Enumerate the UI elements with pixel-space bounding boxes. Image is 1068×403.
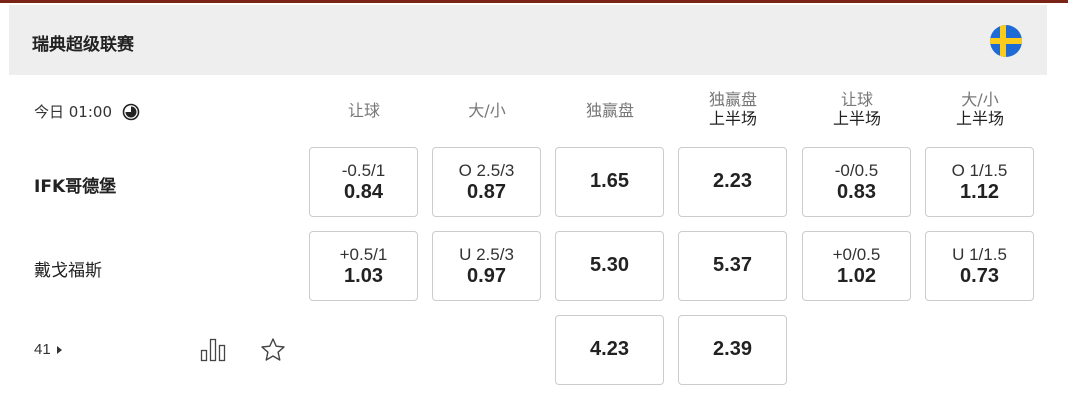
col-header-label: 独赢盘 (585, 101, 634, 120)
col-header-handicap-1h: 让球 上半场 (802, 90, 912, 128)
odds-line: U 1/1.5 (952, 245, 1007, 264)
col-header-sub: 上半场 (955, 109, 1004, 128)
sweden-flag-icon (989, 24, 1023, 63)
odds-value: 2.23 (713, 170, 752, 192)
odds-value: 0.84 (344, 181, 383, 203)
odds-away-over-under[interactable]: U 2.5/3 0.97 (432, 231, 541, 301)
col-header-label: 让球 (347, 101, 380, 120)
odds-home-handicap-1h[interactable]: -0/0.5 0.83 (802, 147, 911, 217)
more-markets-count: 41 (34, 341, 51, 358)
odds-value: 4.23 (590, 338, 629, 360)
match-time-label: 今日 01:00 (34, 103, 112, 121)
home-team-name: IFK哥德堡 (34, 177, 117, 197)
odds-draw-moneyline[interactable]: 4.23 (555, 315, 664, 385)
odds-line: +0/0.5 (832, 245, 881, 264)
odds-value: 5.30 (590, 254, 629, 276)
league-name: 瑞典超级联赛 (32, 35, 134, 55)
col-header-label: 大/小 (961, 90, 999, 109)
odds-away-handicap-1h[interactable]: +0/0.5 1.02 (802, 231, 911, 301)
odds-away-moneyline[interactable]: 5.30 (555, 231, 664, 301)
col-header-sub: 上半场 (832, 109, 881, 128)
odds-draw-moneyline-1h[interactable]: 2.39 (678, 315, 787, 385)
star-icon[interactable] (260, 337, 286, 368)
league-header: 瑞典超级联赛 (9, 5, 1047, 75)
odds-home-handicap[interactable]: -0.5/1 0.84 (309, 147, 418, 217)
odds-value: 0.87 (467, 181, 506, 203)
away-team-name: 戴戈福斯 (34, 261, 102, 281)
odds-home-moneyline-1h[interactable]: 2.23 (678, 147, 787, 217)
odds-value: 0.83 (837, 181, 876, 203)
odds-value: 0.97 (467, 265, 506, 287)
odds-line: O 2.5/3 (458, 161, 515, 180)
odds-value: 0.73 (960, 265, 999, 287)
match-time: 今日 01:00 (34, 101, 140, 122)
odds-value: 1.02 (837, 265, 876, 287)
col-header-moneyline-1h: 独赢盘 上半场 (678, 90, 788, 128)
col-header-moneyline: 独赢盘 (555, 101, 665, 120)
odds-away-over-under-1h[interactable]: U 1/1.5 0.73 (925, 231, 1034, 301)
odds-home-over-under[interactable]: O 2.5/3 0.87 (432, 147, 541, 217)
clock-icon (122, 103, 140, 121)
odds-value: 5.37 (713, 254, 752, 276)
odds-line: +0.5/1 (339, 245, 388, 264)
odds-value: 1.65 (590, 170, 629, 192)
odds-line: -0/0.5 (834, 161, 879, 180)
odds-home-moneyline[interactable]: 1.65 (555, 147, 664, 217)
odds-value: 1.12 (960, 181, 999, 203)
odds-value: 2.39 (713, 338, 752, 360)
bar-chart-icon[interactable] (200, 338, 226, 367)
odds-value: 1.03 (344, 265, 383, 287)
top-accent-bar (0, 0, 1068, 3)
odds-home-over-under-1h[interactable]: O 1/1.5 1.12 (925, 147, 1034, 217)
caret-right-icon (56, 345, 63, 355)
odds-away-moneyline-1h[interactable]: 5.37 (678, 231, 787, 301)
col-header-sub: 上半场 (708, 109, 757, 128)
col-header-over-under-1h: 大/小 上半场 (925, 90, 1035, 128)
odds-line: U 2.5/3 (459, 245, 514, 264)
more-markets-link[interactable]: 41 (34, 341, 63, 358)
col-header-label: 让球 (840, 90, 873, 109)
col-header-handicap: 让球 (309, 101, 419, 120)
col-header-label: 独赢盘 (708, 90, 757, 109)
col-header-over-under: 大/小 (432, 101, 542, 120)
col-header-label: 大/小 (468, 101, 506, 120)
odds-away-handicap[interactable]: +0.5/1 1.03 (309, 231, 418, 301)
odds-line: -0.5/1 (341, 161, 386, 180)
odds-line: O 1/1.5 (951, 161, 1008, 180)
